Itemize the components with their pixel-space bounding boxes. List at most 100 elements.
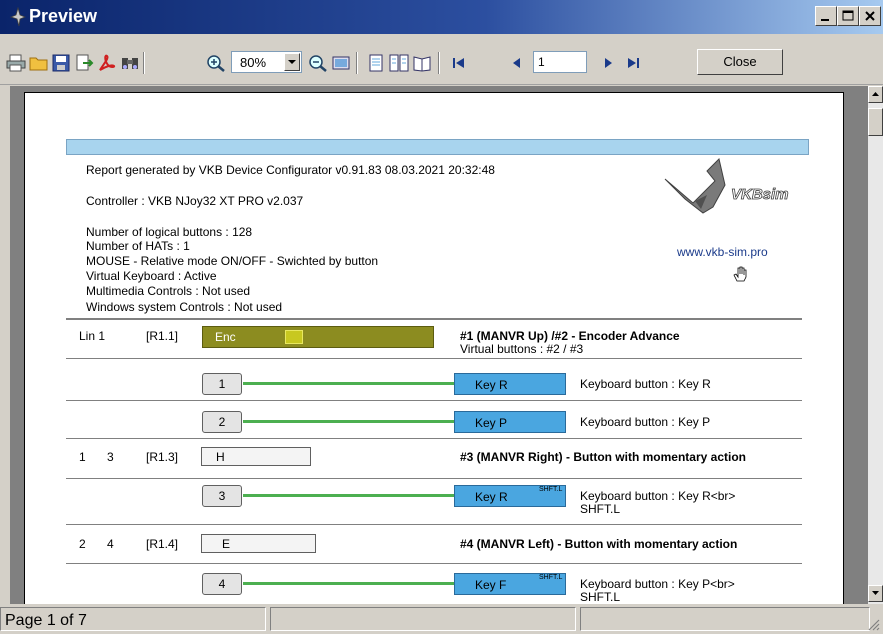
connection-line <box>243 382 454 385</box>
window-title: Preview <box>29 6 98 26</box>
info-line: MOUSE - Relative mode ON/OFF - Swichted … <box>86 254 379 268</box>
preview-viewport[interactable]: Report generated by VKB Device Configura… <box>10 86 868 604</box>
shift-label: SHFT.L <box>539 574 563 581</box>
save-button[interactable] <box>50 52 72 74</box>
encoder-box: Enc <box>202 326 434 348</box>
button-number: 3 <box>202 485 242 507</box>
fit-page-button[interactable] <box>330 52 352 74</box>
scroll-up-button[interactable] <box>868 86 883 103</box>
row-title: #1 (MANVR Up) /#2 - Encoder Advance <box>460 329 680 343</box>
button-box-label: E <box>222 537 231 551</box>
row-subtitle: Virtual buttons : #2 / #3 <box>460 342 584 356</box>
key-description-modifier: SHFT.L <box>580 502 621 516</box>
open-button[interactable] <box>28 52 50 74</box>
info-line: Number of HATs : 1 <box>86 239 190 253</box>
close-icon <box>865 11 875 21</box>
single-page-button[interactable] <box>365 52 387 74</box>
report-generated-text: Report generated by VKB Device Configura… <box>86 163 495 177</box>
toolbar-separator <box>438 52 440 74</box>
scroll-thumb[interactable] <box>868 108 883 136</box>
row-num: 4 <box>107 537 114 551</box>
zoom-in-button[interactable] <box>205 52 227 74</box>
connection-line <box>243 582 454 585</box>
print-button[interactable] <box>5 52 27 74</box>
zoom-select[interactable]: 80% <box>231 51 302 73</box>
close-window-button[interactable] <box>859 6 881 26</box>
info-line: Virtual Keyboard : Active <box>86 269 217 283</box>
next-page-icon <box>605 58 612 68</box>
connection-line <box>243 420 454 423</box>
chevron-down-icon <box>288 60 296 64</box>
zoom-dropdown-button[interactable] <box>284 53 300 71</box>
row-divider <box>66 358 802 359</box>
button-box: H <box>201 447 311 466</box>
zoom-out-button[interactable] <box>307 52 329 74</box>
row-title: #3 (MANVR Right) - Button with momentary… <box>460 450 746 464</box>
app-icon <box>10 7 26 27</box>
report-page: Report generated by VKB Device Configura… <box>24 92 844 604</box>
key-description: Keyboard button : Key R <box>580 377 711 391</box>
title-bar: Preview <box>0 0 883 34</box>
status-pane <box>580 607 870 631</box>
vkb-logo: VKBsim <box>664 158 789 214</box>
row-lin: Lin 1 <box>79 329 106 343</box>
fit-page-icon <box>332 56 350 70</box>
export-icon <box>76 54 94 71</box>
website-link[interactable]: www.vkb-sim.pro <box>677 245 768 259</box>
info-line: Multimedia Controls : Not used <box>86 284 251 298</box>
row-divider <box>66 524 802 525</box>
info-line: Number of logical buttons : 128 <box>86 225 253 239</box>
print-icon <box>6 54 26 72</box>
next-page-button[interactable] <box>597 52 619 74</box>
row-lin: 1 <box>79 450 86 464</box>
row-divider <box>66 400 802 401</box>
row-divider <box>66 318 802 320</box>
button-number: 2 <box>202 411 242 433</box>
row-divider <box>66 478 802 479</box>
export-button[interactable] <box>73 52 95 74</box>
info-line: Windows system Controls : Not used <box>86 300 283 314</box>
row-divider <box>66 438 802 439</box>
chevron-down-icon <box>872 591 879 595</box>
status-pane <box>270 607 576 631</box>
prev-page-button[interactable] <box>506 52 528 74</box>
two-page-icon <box>389 54 409 72</box>
key-label: Key P <box>475 416 508 430</box>
maximize-button[interactable] <box>837 6 859 26</box>
row-lin: 2 <box>79 537 86 551</box>
status-pane: Page 1 of 7 <box>0 607 266 631</box>
scroll-down-button[interactable] <box>868 585 883 602</box>
book-button[interactable] <box>411 52 433 74</box>
row-divider <box>66 563 802 564</box>
pdf-button[interactable] <box>96 52 118 74</box>
find-button[interactable] <box>119 52 141 74</box>
row-num: 3 <box>107 450 114 464</box>
last-page-icon <box>628 58 639 68</box>
find-icon <box>122 58 138 69</box>
last-page-button[interactable] <box>622 52 644 74</box>
row-ref: [R1.1] <box>146 329 179 343</box>
two-page-button[interactable] <box>388 52 410 74</box>
close-button[interactable]: Close <box>697 49 783 75</box>
vertical-scrollbar[interactable] <box>868 86 883 604</box>
minimize-button[interactable] <box>815 6 837 26</box>
button-number: 1 <box>202 373 242 395</box>
minimize-icon <box>821 19 829 21</box>
page-number-input[interactable] <box>533 51 587 73</box>
zoom-out-icon <box>309 55 327 72</box>
connection-line <box>243 494 454 497</box>
first-page-button[interactable] <box>448 52 470 74</box>
controller-text: Controller : VKB NJoy32 XT PRO v2.037 <box>86 194 304 208</box>
zoom-in-icon <box>207 55 225 72</box>
button-box-label: H <box>216 450 225 464</box>
book-icon <box>413 56 431 72</box>
page-count-status: Page 1 of 7 <box>5 612 87 629</box>
zoom-value: 80% <box>240 55 267 70</box>
button-box: E <box>201 534 316 553</box>
key-box: Key P <box>454 411 566 433</box>
resize-grip-icon[interactable] <box>867 618 881 632</box>
open-folder-icon <box>29 57 48 71</box>
key-label: Key R <box>475 378 508 392</box>
row-ref: [R1.4] <box>146 537 179 551</box>
button-number: 4 <box>202 573 242 595</box>
